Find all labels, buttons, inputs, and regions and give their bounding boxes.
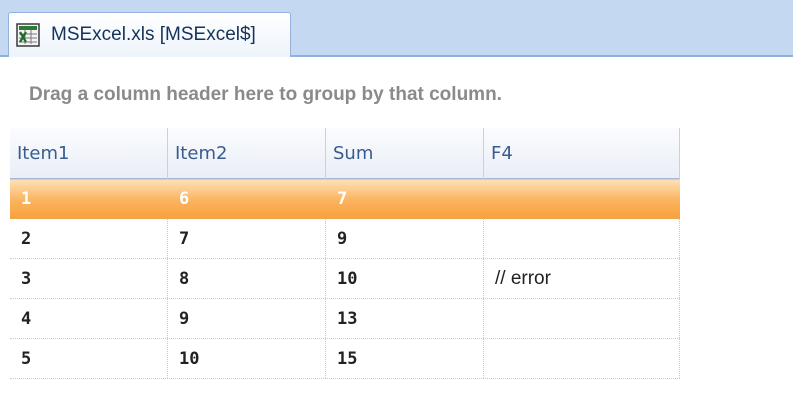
table-cell[interactable]: 5 xyxy=(10,339,168,378)
table-cell[interactable]: 8 xyxy=(168,259,326,298)
document-window: MSExcel.xls [MSExcel$] Drag a column hea… xyxy=(0,0,793,409)
table-cell[interactable]: 7 xyxy=(168,219,326,258)
table-cell[interactable]: 15 xyxy=(326,339,484,378)
table-cell[interactable]: 9 xyxy=(168,299,326,338)
table-cell[interactable]: 1 xyxy=(10,180,168,218)
table-cell[interactable]: 3 xyxy=(10,259,168,298)
table-cell[interactable]: 13 xyxy=(326,299,484,338)
table-cell[interactable]: 2 xyxy=(10,219,168,258)
table-cell[interactable]: 9 xyxy=(326,219,484,258)
group-by-hint: Drag a column header here to group by th… xyxy=(29,84,502,105)
table-cell[interactable] xyxy=(484,219,680,258)
tab-msexcel[interactable]: MSExcel.xls [MSExcel$] xyxy=(8,12,291,57)
column-header-f4[interactable]: F4 xyxy=(484,128,680,179)
column-header-row: Item1 Item2 Sum F4 xyxy=(10,128,680,179)
group-by-panel[interactable]: Drag a column header here to group by th… xyxy=(0,57,793,127)
table-cell[interactable]: 10 xyxy=(168,339,326,378)
table-cell[interactable]: 4 xyxy=(10,299,168,338)
table-cell[interactable] xyxy=(484,180,680,218)
data-grid: Item1 Item2 Sum F4 1 6 7 2 7 9 3 8 10 //… xyxy=(10,128,680,379)
table-cell[interactable] xyxy=(484,339,680,378)
table-cell[interactable]: 10 xyxy=(326,259,484,298)
table-cell[interactable] xyxy=(484,299,680,338)
excel-file-icon xyxy=(16,23,40,47)
table-cell[interactable]: 6 xyxy=(168,180,326,218)
column-header-item1[interactable]: Item1 xyxy=(10,128,168,179)
table-row[interactable]: 3 8 10 // error xyxy=(10,259,680,299)
tab-strip: MSExcel.xls [MSExcel$] xyxy=(0,0,793,57)
column-header-item2[interactable]: Item2 xyxy=(168,128,326,179)
table-row[interactable]: 1 6 7 xyxy=(10,179,680,219)
table-row[interactable]: 5 10 15 xyxy=(10,339,680,379)
tab-label: MSExcel.xls [MSExcel$] xyxy=(51,24,256,45)
table-row[interactable]: 4 9 13 xyxy=(10,299,680,339)
column-header-sum[interactable]: Sum xyxy=(326,128,484,179)
table-cell[interactable]: 7 xyxy=(326,180,484,218)
table-row[interactable]: 2 7 9 xyxy=(10,219,680,259)
table-cell[interactable]: // error xyxy=(484,259,680,298)
